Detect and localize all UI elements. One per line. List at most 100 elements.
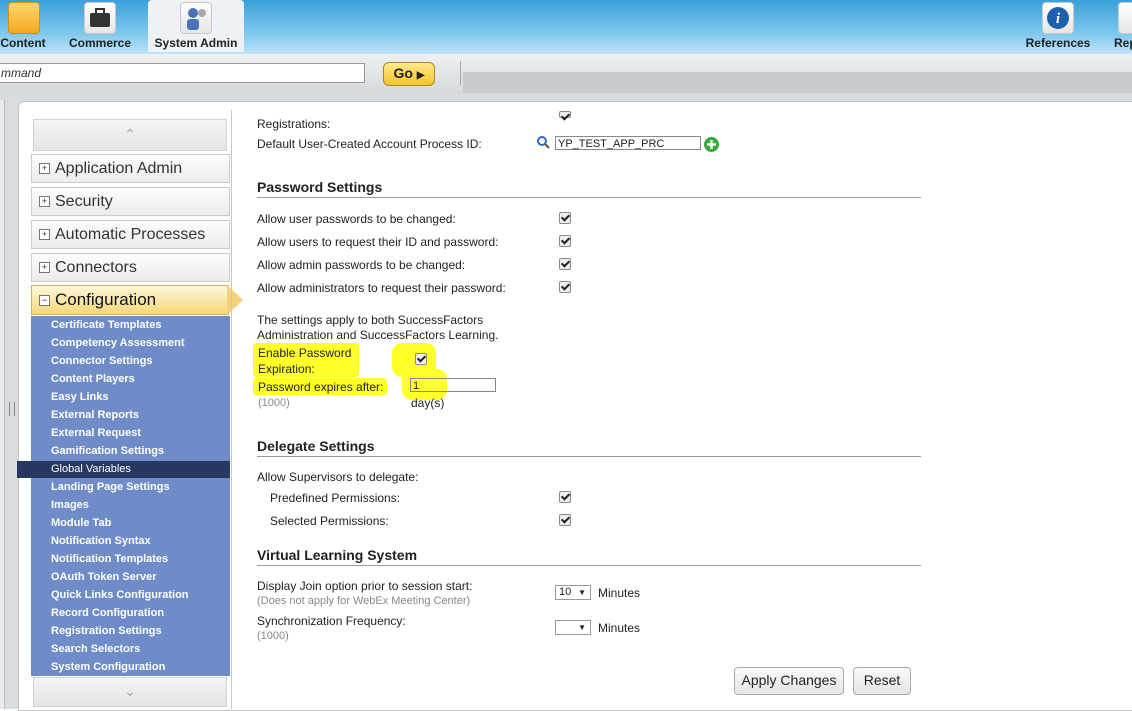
expand-icon: + [39,229,50,240]
delegate-settings-title: Delegate Settings [257,438,375,454]
submenu-item[interactable]: OAuth Token Server [51,568,157,586]
sidebar-section-automatic-processes[interactable]: + Automatic Processes [31,220,230,249]
nav-reports[interactable]: Rep [1110,0,1132,52]
command-input[interactable] [0,63,365,83]
expires-hint: (1000) [258,397,290,409]
expand-icon: + [39,163,50,174]
nav-content[interactable]: Content [0,0,52,52]
report-icon [1118,2,1132,34]
join-minutes-select[interactable]: 10 ▼ [555,585,591,600]
selected-permissions-label: Selected Permissions: [270,514,389,528]
chevron-up-icon: ⌃ [124,126,136,142]
submenu-item[interactable]: Easy Links [51,388,108,406]
process-id-field[interactable]: YP_TEST_APP_PRC [555,136,701,150]
allow-user-passwords-label: Allow user passwords to be changed: [257,212,456,226]
vls-title: Virtual Learning System [257,547,418,563]
select-value: 10 [559,586,572,598]
allow-user-passwords-checkbox[interactable] [559,212,571,224]
enable-expiration-checkbox[interactable] [415,353,427,365]
predefined-permissions-label: Predefined Permissions: [270,491,401,505]
submenu-item[interactable]: Global Variables [51,460,131,478]
reset-button[interactable]: Reset [853,667,911,695]
delegate-intro: Allow Supervisors to delegate: [257,470,419,484]
add-icon[interactable] [703,136,720,156]
submenu-item[interactable]: Module Tab [51,514,111,532]
settings-note-line1: The settings apply to both SuccessFactor… [257,313,484,327]
join-option-hint: (Does not apply for WebEx Meeting Center… [257,595,471,607]
registrations-label: Registrations: [257,117,331,131]
sync-unit: Minutes [598,621,641,635]
section-label: Application Admin [55,160,183,177]
expires-unit: day(s) [411,396,445,410]
allow-request-id-checkbox[interactable] [559,235,571,247]
section-label: Configuration [55,290,157,309]
sidebar-scroll-down[interactable]: ⌄ [33,677,227,707]
toolbar-divider [460,61,461,85]
join-unit: Minutes [598,586,641,600]
briefcase-icon [84,2,116,34]
submenu-item[interactable]: Certificate Templates [51,316,161,334]
join-option-label: Display Join option prior to session sta… [257,579,473,593]
expand-icon: + [39,262,50,273]
expires-after-field[interactable]: 1 [410,378,496,392]
dropdown-arrow-icon: ▼ [578,623,586,632]
go-button[interactable]: Go ▶ [383,62,435,86]
panel-divider [231,110,232,709]
nav-commerce[interactable]: Commerce [62,0,138,52]
allow-admin-request-label: Allow administrators to request their pa… [257,281,506,295]
submenu-item[interactable]: Notification Templates [51,550,168,568]
submenu-item[interactable]: Gamification Settings [51,442,164,460]
section-label: Security [55,193,113,210]
section-rule [257,456,921,457]
submenu-item[interactable]: External Reports [51,406,139,424]
allow-admin-passwords-checkbox[interactable] [559,258,571,270]
chevron-down-icon: ⌄ [124,683,136,699]
sidebar-section-configuration[interactable]: − Configuration [31,285,229,315]
nav-system-admin[interactable]: System Admin [148,0,244,52]
submenu-item[interactable]: Registration Settings [51,622,162,640]
submenu-item[interactable]: Connector Settings [51,352,152,370]
predefined-permissions-checkbox[interactable] [559,491,571,503]
submenu-item[interactable]: Images [51,496,89,514]
allow-admin-passwords-label: Allow admin passwords to be changed: [257,258,466,272]
enable-expiration-label: Enable Password [258,346,352,360]
expires-after-label: Password expires after: [258,380,384,394]
sidebar-scroll-up[interactable]: ⌃ [33,119,227,151]
submenu-item[interactable]: Quick Links Configuration [51,586,189,604]
enable-expiration-label-cont: Expiration: [258,362,315,376]
section-rule [257,565,921,566]
submenu-item[interactable]: Record Configuration [51,604,164,622]
allow-request-id-label: Allow users to request their ID and pass… [257,235,499,249]
registrations-checkbox[interactable] [559,111,571,118]
submenu-item[interactable]: System Configuration [51,658,165,676]
submenu-item[interactable]: Competency Assessment [51,334,184,352]
password-settings-title: Password Settings [257,179,383,195]
sidebar-section-security[interactable]: + Security [31,187,230,216]
go-label: Go [393,65,413,81]
sidebar-section-application-admin[interactable]: + Application Admin [31,154,230,183]
folder-icon [8,2,40,34]
submenu-item[interactable]: Search Selectors [51,640,140,658]
process-id-label: Default User-Created Account Process ID: [257,137,482,151]
splitter-grip-icon[interactable] [9,402,15,416]
submenu-item[interactable]: Content Players [51,370,135,388]
expand-icon: + [39,196,50,207]
play-arrow-icon: ▶ [416,70,425,81]
submenu-item[interactable]: Landing Page Settings [51,478,170,496]
sync-frequency-select[interactable]: ▼ [555,620,591,635]
search-icon[interactable] [536,135,552,154]
allow-admin-request-checkbox[interactable] [559,281,571,293]
nav-references[interactable]: i References [1020,0,1096,52]
sidebar-section-connectors[interactable]: + Connectors [31,253,230,282]
info-icon: i [1042,2,1074,34]
nav-label: System Admin [154,36,238,50]
sync-frequency-label: Synchronization Frequency: [257,614,406,628]
submenu-item[interactable]: External Request [51,424,141,442]
admin-gear-icon [180,2,212,34]
apply-changes-button[interactable]: Apply Changes [734,667,844,695]
selected-permissions-checkbox[interactable] [559,514,571,526]
left-collapse-handle[interactable] [0,100,5,709]
sync-frequency-hint: (1000) [257,630,289,642]
submenu-item[interactable]: Notification Syntax [51,532,151,550]
dropdown-arrow-icon: ▼ [578,588,586,597]
